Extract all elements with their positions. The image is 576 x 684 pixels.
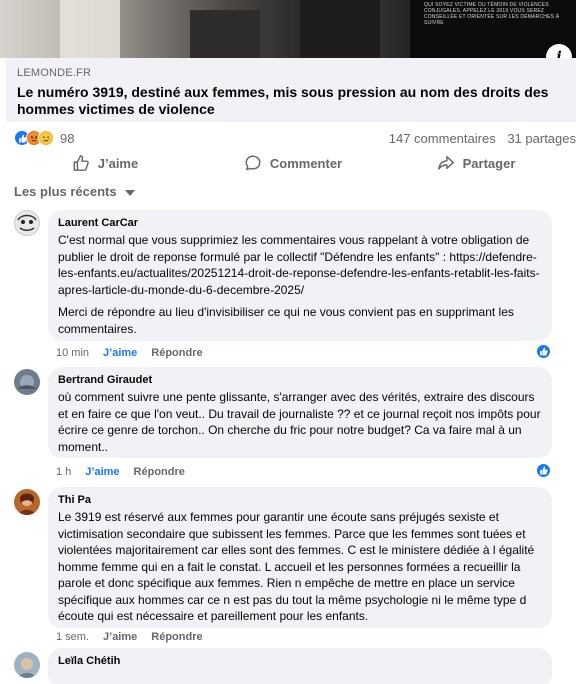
comment-sort-dropdown[interactable]: Les plus récents <box>14 184 135 199</box>
comment-timestamp[interactable]: 10 min <box>56 347 89 359</box>
comment-text: Merci de répondre au lieu d'invisibilise… <box>58 305 514 336</box>
post-action-bar: J’aime Commenter Partager <box>0 150 576 176</box>
share-arrow-icon <box>437 155 454 170</box>
comment-text: C'est normal que vous supprimiez les com… <box>58 233 540 297</box>
comment-text: où comment suivre une pente glissante, s… <box>58 390 541 454</box>
reaction-icons[interactable] <box>14 130 54 146</box>
comment-author[interactable]: Laurent CarCar <box>58 216 542 230</box>
image-detail-desk <box>190 10 260 58</box>
comment-like-badge-icon[interactable] <box>536 344 551 359</box>
engagement-counts: 147 commentaires 31 partages <box>381 131 576 146</box>
sad-reaction-icon <box>38 130 54 146</box>
avatar[interactable] <box>14 210 40 236</box>
share-button-label: Partager <box>462 155 516 171</box>
share-count-link[interactable]: 31 partages <box>507 131 576 146</box>
comment-author[interactable]: Thi Pa <box>58 493 542 507</box>
comment-like-link[interactable]: J’aime <box>103 347 137 359</box>
comment-reply-link[interactable]: Répondre <box>134 466 185 478</box>
image-detail-shadow <box>300 0 380 58</box>
reaction-count[interactable]: 98 <box>60 131 74 146</box>
chevron-down-icon <box>124 189 135 196</box>
comment-bubble[interactable]: Thi Pa Le 3919 est réservé aux femmes po… <box>48 487 552 628</box>
comment-reply-link[interactable]: Répondre <box>151 347 202 359</box>
comment-author[interactable]: Bertrand Giraudet <box>58 373 542 387</box>
sort-label: Les plus récents <box>14 184 117 199</box>
link-headline[interactable]: Le numéro 3919, destiné aux femmes, mis … <box>17 84 565 118</box>
avatar[interactable] <box>14 489 40 515</box>
like-button[interactable]: J’aime <box>0 150 210 176</box>
comment-meta: 10 min J’aime Répondre <box>56 347 203 359</box>
link-preview[interactable]: LEMONDE.FR Le numéro 3919, destiné aux f… <box>6 58 576 122</box>
comment-author[interactable]: Leïla Chétih <box>58 654 542 668</box>
comment-bubble[interactable]: Bertrand Giraudet où comment suivre une … <box>48 367 552 458</box>
comment-like-link[interactable]: J’aime <box>85 466 119 478</box>
comment-meta: 1 h J’aime Répondre <box>56 466 185 478</box>
thumbs-up-icon <box>73 155 89 171</box>
share-button[interactable]: Partager <box>376 150 576 176</box>
comment-bubble[interactable]: Leïla Chétih <box>48 648 552 684</box>
comment-like-link[interactable]: J’aime <box>103 631 137 643</box>
comment-count-link[interactable]: 147 commentaires <box>389 131 496 146</box>
avatar[interactable] <box>14 369 40 395</box>
link-domain: LEMONDE.FR <box>17 67 92 79</box>
comment-button-label: Commenter <box>269 155 343 171</box>
comment-reply-link[interactable]: Répondre <box>151 631 202 643</box>
image-detail-wall <box>60 0 120 58</box>
avatar[interactable] <box>14 652 40 678</box>
post-image[interactable]: QUI SOYEZ VICTIME OU TÉMOIN DE VIOLENCES… <box>0 0 576 58</box>
comment-bubble[interactable]: Laurent CarCar C'est normal que vous sup… <box>48 210 552 341</box>
comment-timestamp[interactable]: 1 h <box>56 466 71 478</box>
comment-meta: 1 sem. J’aime Répondre <box>56 631 203 643</box>
comment-button[interactable]: Commenter <box>210 150 376 176</box>
comment-like-badge-icon[interactable] <box>536 463 551 478</box>
image-poster-text: QUI SOYEZ VICTIME OU TÉMOIN DE VIOLENCES… <box>424 2 560 26</box>
like-button-label: J’aime <box>97 155 139 171</box>
comment-timestamp[interactable]: 1 sem. <box>56 631 89 643</box>
comment-text: Le 3919 est réservé aux femmes pour gara… <box>58 510 535 623</box>
comment-bubble-icon <box>245 155 261 171</box>
reaction-summary: 98 147 commentaires 31 partages <box>14 128 576 148</box>
